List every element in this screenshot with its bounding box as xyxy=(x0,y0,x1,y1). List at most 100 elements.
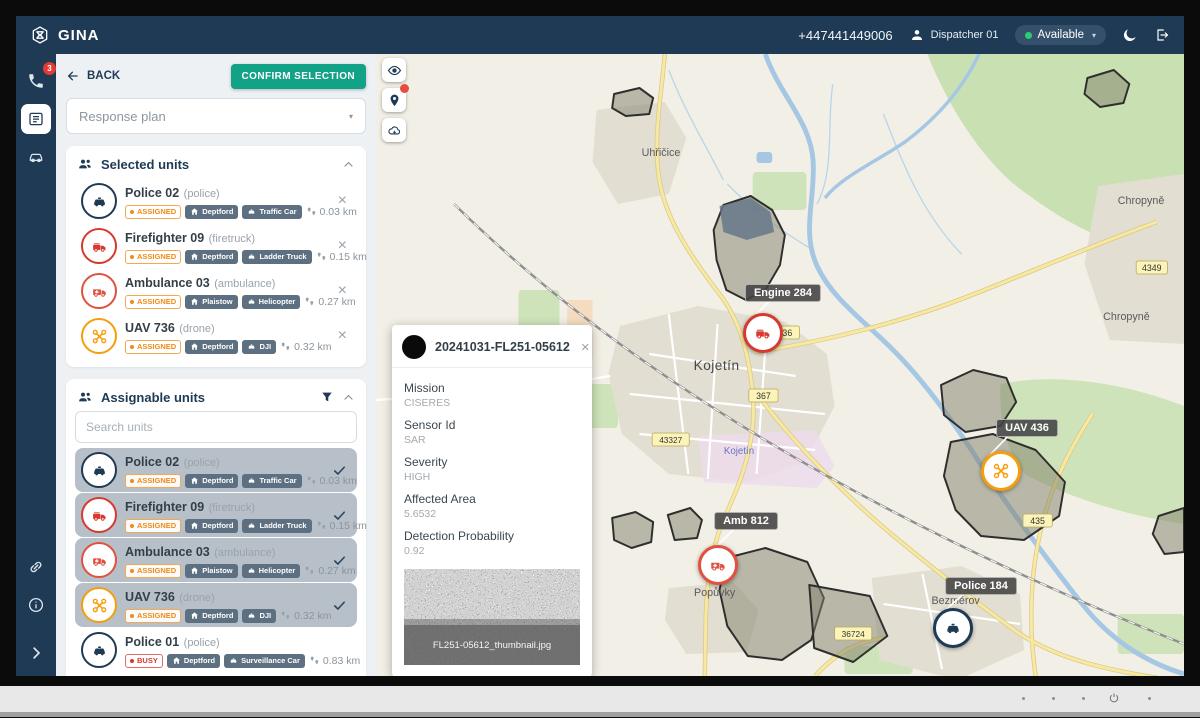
police-map-marker[interactable] xyxy=(933,608,973,648)
distance-icon xyxy=(306,206,317,217)
check-icon xyxy=(332,463,347,478)
remove-unit-button[interactable]: × xyxy=(334,192,351,210)
popup-close-button[interactable]: × xyxy=(579,339,592,356)
status-badge: ASSIGNED xyxy=(125,340,181,354)
response-plan-select[interactable]: Response plan ▾ xyxy=(66,98,366,134)
map-canvas[interactable]: 436 367 43327 36724 435 4349 K xyxy=(376,54,1184,676)
weather-cloud-icon xyxy=(387,123,402,138)
town-label: Uhřičice xyxy=(642,147,681,159)
availability-dropdown[interactable]: Available ▾ xyxy=(1015,25,1106,45)
selected-units-card: Selected units Police 02 (police) ASSIGN… xyxy=(66,146,366,367)
firetruck-map-marker[interactable] xyxy=(743,313,783,353)
check-icon xyxy=(332,553,347,568)
assignable-unit-row[interactable]: Police 01 (police) BUSY Deptford Surveil… xyxy=(75,628,357,672)
form-icon xyxy=(27,110,45,128)
logout-icon[interactable] xyxy=(1154,27,1170,43)
field-label: Affected Area xyxy=(404,492,580,506)
app-logo: GINA xyxy=(30,25,100,45)
assignable-unit-row[interactable]: Police 02 (police) ASSIGNED Deptford Tra… xyxy=(75,448,357,492)
location-chip: Deptford xyxy=(167,654,220,668)
topbar-actions: +447441449006 Dispatcher 01 Available ▾ xyxy=(798,25,1170,45)
weather-layer-button[interactable] xyxy=(382,118,406,142)
vehicle-chip: Ladder Truck xyxy=(242,250,311,264)
detection-popup: 20241031-FL251-05612 × MissionCISERES Se… xyxy=(392,325,592,676)
car-icon xyxy=(247,297,256,306)
police-unit-icon xyxy=(81,452,117,488)
home-icon xyxy=(190,476,199,485)
home-icon xyxy=(172,656,181,665)
dispatch-phone-number: +447441449006 xyxy=(798,28,892,43)
unit-name: Police 02 xyxy=(125,186,179,200)
drone-map-marker[interactable] xyxy=(981,451,1021,491)
detection-dot-icon xyxy=(402,335,426,359)
chevron-down-icon: ▾ xyxy=(1092,31,1096,40)
remove-unit-button[interactable]: × xyxy=(334,237,351,255)
status-badge: ASSIGNED xyxy=(125,564,181,578)
distance-icon xyxy=(309,655,320,666)
unit-name: UAV 736 xyxy=(125,321,175,335)
police-unit-icon xyxy=(81,183,117,219)
distance-icon xyxy=(304,565,315,576)
eye-icon xyxy=(387,63,402,78)
missions-nav-button[interactable] xyxy=(21,104,51,134)
distance-label: 0.32 km xyxy=(280,610,331,622)
layer-visibility-button[interactable] xyxy=(382,58,406,82)
road-ref: 43327 xyxy=(659,435,682,445)
fleet-nav-button[interactable] xyxy=(21,142,51,172)
home-icon xyxy=(190,342,199,351)
assignable-unit-row[interactable]: UAV 736 (drone) ASSIGNED Deptford DJI 0.… xyxy=(75,583,357,627)
bezel-dot xyxy=(1022,697,1025,700)
unit-type: (drone) xyxy=(179,323,214,335)
detection-thumbnail[interactable]: FL251-05612_thumbnail.jpg xyxy=(404,569,580,665)
remove-unit-button[interactable]: × xyxy=(334,282,351,300)
distance-icon xyxy=(304,296,315,307)
vehicle-chip: Traffic Car xyxy=(242,474,301,488)
expand-rail-button[interactable] xyxy=(21,638,51,668)
check-icon xyxy=(332,508,347,523)
assignable-unit-row[interactable]: Ambulance 03 (ambulance) ASSIGNED Plaist… xyxy=(75,538,357,582)
chevron-down-icon: ▾ xyxy=(349,112,353,121)
status-badge: ASSIGNED xyxy=(125,250,181,264)
person-icon xyxy=(909,27,925,43)
gina-logo-icon xyxy=(30,25,50,45)
status-badge: ASSIGNED xyxy=(125,474,181,488)
dark-mode-toggle-icon[interactable] xyxy=(1122,27,1138,43)
assignable-unit-row[interactable]: Firefighter 02 (firetruck) BUSY Soho Lad… xyxy=(75,673,357,676)
calls-nav-button[interactable]: 3 xyxy=(21,66,51,96)
field-value: 0.92 xyxy=(404,545,580,557)
search-units-input[interactable] xyxy=(75,411,357,443)
vehicle-chip: Surveillance Car xyxy=(224,654,305,668)
location-chip: Deptford xyxy=(185,474,238,488)
field-label: Mission xyxy=(404,381,580,395)
assignable-unit-row[interactable]: Firefighter 09 (firetruck) ASSIGNED Dept… xyxy=(75,493,357,537)
units-group-icon xyxy=(77,156,93,172)
drone-unit-icon xyxy=(81,587,117,623)
ambulance-unit-icon xyxy=(81,273,117,309)
ambulance-map-marker[interactable] xyxy=(698,545,738,585)
town-label: Popůvky xyxy=(694,587,736,599)
user-menu[interactable]: Dispatcher 01 xyxy=(909,27,999,43)
power-icon xyxy=(1108,692,1120,704)
assignable-units-title: Assignable units xyxy=(101,390,312,405)
confirm-selection-button[interactable]: CONFIRM SELECTION xyxy=(231,64,366,89)
filter-icon[interactable] xyxy=(320,390,334,404)
status-badge: ASSIGNED xyxy=(125,609,181,623)
chevron-up-icon[interactable] xyxy=(342,158,355,171)
unit-map-label: UAV 436 xyxy=(996,419,1058,437)
vehicle-chip: DJI xyxy=(242,340,276,354)
chevron-up-icon[interactable] xyxy=(342,391,355,404)
location-chip: Plaistow xyxy=(185,295,237,309)
vehicle-chip: Traffic Car xyxy=(242,205,301,219)
remove-unit-button[interactable]: × xyxy=(334,327,351,345)
firetruck-unit-icon xyxy=(81,228,117,264)
calls-badge: 3 xyxy=(43,62,56,75)
drone-icon xyxy=(992,462,1010,480)
selected-unit-row: Police 02 (police) ASSIGNED Deptford Tra… xyxy=(75,179,357,223)
back-button[interactable]: BACK xyxy=(66,69,120,83)
car-icon xyxy=(247,611,256,620)
bezel-dot xyxy=(1082,697,1085,700)
info-nav-button[interactable] xyxy=(21,590,51,620)
integrations-nav-button[interactable] xyxy=(21,552,51,582)
info-icon xyxy=(27,596,45,614)
selected-unit-row: UAV 736 (drone) ASSIGNED Deptford DJI 0.… xyxy=(75,314,357,358)
